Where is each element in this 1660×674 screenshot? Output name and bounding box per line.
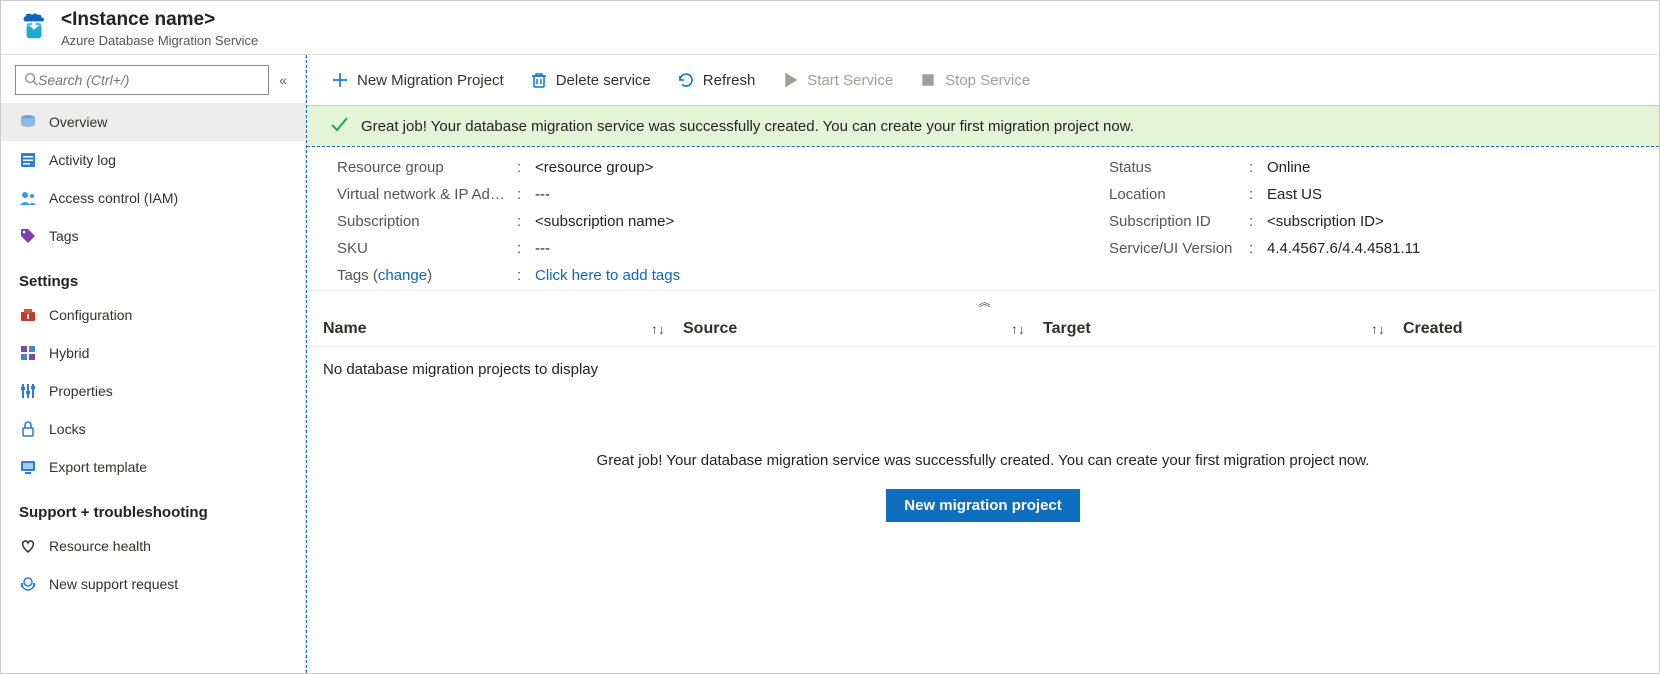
sidebar-item-tags[interactable]: Tags bbox=[1, 217, 305, 255]
sidebar-item-label: Configuration bbox=[49, 307, 132, 323]
dms-resource-icon bbox=[19, 12, 49, 45]
search-input[interactable] bbox=[38, 72, 260, 88]
new-migration-project-button[interactable]: New Migration Project bbox=[329, 67, 506, 93]
add-tags-link[interactable]: Click here to add tags bbox=[535, 267, 680, 284]
prop-label-tags: Tags (change) bbox=[337, 267, 517, 284]
sidebar-item-label: Properties bbox=[49, 383, 113, 399]
export-template-icon bbox=[19, 458, 37, 476]
overview-icon bbox=[19, 113, 37, 131]
heart-icon bbox=[19, 537, 37, 555]
page-header: <Instance name> Azure Database Migration… bbox=[1, 1, 1659, 55]
toolbar-label: Delete service bbox=[556, 72, 651, 89]
toolbar-label: Start Service bbox=[807, 72, 893, 89]
checkmark-icon bbox=[329, 114, 349, 138]
sidebar-item-label: Access control (IAM) bbox=[49, 190, 178, 206]
sidebar: « Overview Activity log Access control (… bbox=[1, 55, 306, 673]
sidebar-item-label: New support request bbox=[49, 576, 178, 592]
hybrid-icon bbox=[19, 344, 37, 362]
prop-label-location: Location bbox=[1109, 186, 1249, 203]
collapse-properties-button[interactable]: ︽ bbox=[307, 291, 1659, 312]
prop-value-subscription: <subscription name> bbox=[535, 213, 674, 230]
sidebar-item-hybrid[interactable]: Hybrid bbox=[1, 334, 305, 372]
toolbar-label: New Migration Project bbox=[357, 72, 504, 89]
sidebar-item-label: Activity log bbox=[49, 152, 116, 168]
sidebar-item-label: Overview bbox=[49, 114, 107, 130]
column-header-target[interactable]: Target bbox=[1043, 320, 1091, 338]
sidebar-item-export-template[interactable]: Export template bbox=[1, 448, 305, 486]
column-header-name[interactable]: Name bbox=[323, 320, 367, 338]
search-box[interactable] bbox=[15, 65, 269, 95]
support-icon bbox=[19, 575, 37, 593]
sidebar-section-settings: Settings bbox=[1, 255, 305, 296]
toolbar-label: Refresh bbox=[703, 72, 756, 89]
projects-table-header: Name ↑↓ Source ↑↓ Target ↑↓ Created bbox=[307, 312, 1659, 347]
header-titles: <Instance name> Azure Database Migration… bbox=[61, 9, 258, 48]
sidebar-item-activity-log[interactable]: Activity log bbox=[1, 141, 305, 179]
tags-change-link[interactable]: change bbox=[378, 267, 427, 284]
sidebar-item-label: Locks bbox=[49, 421, 86, 437]
search-icon bbox=[24, 72, 38, 89]
access-control-icon bbox=[19, 189, 37, 207]
properties-panel: Resource group : <resource group> Virtua… bbox=[307, 147, 1659, 291]
prop-value-subscription-id: <subscription ID> bbox=[1267, 213, 1384, 230]
prop-label-sku: SKU bbox=[337, 240, 517, 257]
sidebar-section-support: Support + troubleshooting bbox=[1, 486, 305, 527]
prop-label-status: Status bbox=[1109, 159, 1249, 176]
sidebar-item-label: Resource health bbox=[49, 538, 151, 554]
prop-label-resource-group: Resource group bbox=[337, 159, 517, 176]
prop-value-vnet: --- bbox=[535, 186, 550, 203]
prop-label-vnet: Virtual network & IP Ad… bbox=[337, 186, 517, 203]
sidebar-collapse-button[interactable]: « bbox=[275, 68, 291, 92]
banner-text: Great job! Your database migration servi… bbox=[361, 118, 1134, 135]
sidebar-item-resource-health[interactable]: Resource health bbox=[1, 527, 305, 565]
prop-value-version: 4.4.4567.6/4.4.4581.11 bbox=[1267, 240, 1420, 257]
main-content: New Migration Project Delete service Ref… bbox=[306, 55, 1659, 673]
stop-service-button: Stop Service bbox=[917, 67, 1032, 93]
refresh-button[interactable]: Refresh bbox=[675, 67, 758, 93]
activity-log-icon bbox=[19, 151, 37, 169]
sidebar-item-new-support-request[interactable]: New support request bbox=[1, 565, 305, 603]
prop-value-sku: --- bbox=[535, 240, 550, 257]
lock-icon bbox=[19, 420, 37, 438]
cta-block: Great job! Your database migration servi… bbox=[307, 392, 1659, 522]
sort-icon[interactable]: ↑↓ bbox=[651, 321, 665, 337]
column-header-source[interactable]: Source bbox=[683, 320, 737, 338]
start-service-button: Start Service bbox=[779, 67, 895, 93]
toolbar-label: Stop Service bbox=[945, 72, 1030, 89]
properties-icon bbox=[19, 382, 37, 400]
toolbar: New Migration Project Delete service Ref… bbox=[307, 55, 1659, 105]
sidebar-item-overview[interactable]: Overview bbox=[1, 103, 305, 141]
delete-service-button[interactable]: Delete service bbox=[528, 67, 653, 93]
prop-value-resource-group: <resource group> bbox=[535, 159, 653, 176]
prop-value-location: East US bbox=[1267, 186, 1322, 203]
sidebar-item-label: Export template bbox=[49, 459, 147, 475]
column-header-created[interactable]: Created bbox=[1403, 320, 1463, 337]
prop-label-subscription-id: Subscription ID bbox=[1109, 213, 1249, 230]
instance-subtitle: Azure Database Migration Service bbox=[61, 33, 258, 48]
sort-icon[interactable]: ↑↓ bbox=[1371, 321, 1385, 337]
new-migration-project-cta-button[interactable]: New migration project bbox=[886, 489, 1080, 522]
app-root: <Instance name> Azure Database Migration… bbox=[0, 0, 1660, 674]
prop-label-subscription: Subscription bbox=[337, 213, 517, 230]
tags-icon bbox=[19, 227, 37, 245]
sort-icon[interactable]: ↑↓ bbox=[1011, 321, 1025, 337]
success-banner: Great job! Your database migration servi… bbox=[307, 105, 1659, 147]
sidebar-item-configuration[interactable]: Configuration bbox=[1, 296, 305, 334]
sidebar-item-properties[interactable]: Properties bbox=[1, 372, 305, 410]
sidebar-item-locks[interactable]: Locks bbox=[1, 410, 305, 448]
empty-projects-text: No database migration projects to displa… bbox=[307, 347, 1659, 392]
instance-title: <Instance name> bbox=[61, 9, 258, 31]
sidebar-item-label: Tags bbox=[49, 228, 79, 244]
configuration-icon bbox=[19, 306, 37, 324]
sidebar-item-access-control[interactable]: Access control (IAM) bbox=[1, 179, 305, 217]
prop-value-status: Online bbox=[1267, 159, 1310, 176]
cta-text: Great job! Your database migration servi… bbox=[533, 452, 1433, 469]
sidebar-item-label: Hybrid bbox=[49, 345, 89, 361]
prop-label-version: Service/UI Version bbox=[1109, 240, 1249, 257]
